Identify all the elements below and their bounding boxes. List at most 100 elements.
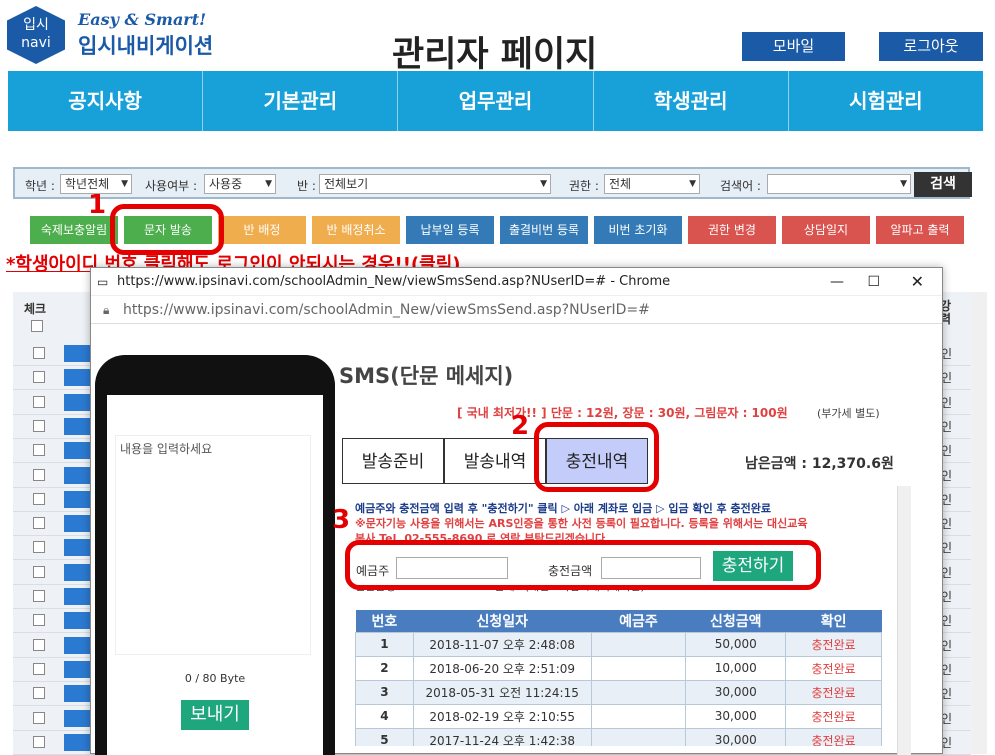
action-button[interactable]: 상담일지 (782, 216, 870, 244)
nav-exam[interactable]: 시험관리 (789, 71, 983, 131)
step-number-2: 2 (511, 411, 530, 441)
row-checkbox[interactable] (33, 444, 45, 457)
grid-header: 신청일자 (413, 610, 592, 632)
student-id-button[interactable] (64, 709, 92, 727)
grid-header: 번호 (355, 610, 414, 632)
charge-panel: 예금주와 충전금액 입력 후 "충전하기" 클릭 ▷ 아래 계좌로 입금 ▷ 입… (355, 486, 900, 746)
row-checkbox[interactable] (33, 347, 45, 359)
row-checkbox[interactable] (33, 395, 45, 408)
student-id-button[interactable] (64, 733, 92, 751)
grid-header: 예금주 (591, 610, 686, 632)
select-all-checkbox[interactable] (31, 320, 43, 332)
logo-line1: 입시 (23, 17, 49, 33)
grid-cell: 충전완료 (785, 679, 882, 705)
close-icon[interactable]: ✕ (911, 268, 924, 296)
row-checkbox[interactable] (33, 517, 45, 530)
logo-line2: navi (21, 35, 51, 51)
row-checkbox[interactable] (33, 638, 45, 651)
sms-title: SMS(단문 메세지) (339, 364, 514, 388)
minimize-icon[interactable]: — (830, 268, 844, 296)
charge-history-table: 번호 신청일자 예금주 신청금액 확인 1 2018-11-07 오후 2:48:… (355, 610, 882, 746)
logout-button[interactable]: 로그아웃 (879, 32, 983, 61)
row-checkbox[interactable] (33, 735, 45, 748)
student-id-button[interactable] (64, 660, 92, 678)
student-id-button[interactable] (64, 442, 92, 460)
action-button[interactable]: 출결비번 등록 (500, 216, 588, 244)
grid-cell: 5 (355, 727, 414, 746)
sms-message-textarea[interactable]: 내용을 입력하세요 (115, 435, 311, 655)
student-id-button[interactable] (64, 393, 92, 411)
row-checkbox[interactable] (33, 662, 45, 675)
maximize-icon[interactable]: ☐ (867, 268, 880, 296)
student-id-button[interactable] (64, 515, 92, 533)
grid-header: 신청금액 (685, 610, 786, 632)
keyword-label: 검색어 : (720, 179, 761, 193)
popup-url-bar[interactable]: 🔒︎ https://www.ipsinavi.com/schoolAdmin_… (91, 296, 942, 324)
student-id-button[interactable] (64, 636, 92, 654)
class-select[interactable]: 전체보기 (319, 174, 551, 194)
action-button[interactable]: 알파고 출력 (876, 216, 964, 244)
table-header-check: 체크 (24, 302, 47, 316)
grid-cell: 3 (355, 679, 414, 705)
grid-cell (590, 727, 687, 746)
row-checkbox[interactable] (33, 711, 45, 724)
search-button[interactable]: 검색 (914, 172, 972, 197)
grid-cell: 30,000 (685, 679, 787, 705)
action-button[interactable]: 반 배정 (218, 216, 306, 244)
logo-name[interactable]: 입시내비게이션 (78, 30, 213, 60)
nav-work[interactable]: 업무관리 (398, 71, 594, 131)
nav-notice[interactable]: 공지사항 (8, 71, 204, 131)
nav-basic[interactable]: 기본관리 (203, 71, 399, 131)
row-checkbox[interactable] (33, 565, 45, 578)
nav-student[interactable]: 학생관리 (594, 71, 789, 131)
student-id-button[interactable] (64, 417, 92, 435)
popup-window-title: https://www.ipsinavi.com/schoolAdmin_New… (117, 274, 671, 289)
tab-send-ready[interactable]: 발송준비 (342, 438, 444, 484)
student-id-button[interactable] (64, 685, 92, 703)
student-id-button[interactable] (64, 490, 92, 508)
action-button[interactable]: 비번 초기화 (594, 216, 682, 244)
row-checkbox[interactable] (33, 419, 45, 432)
student-id-button[interactable] (64, 539, 92, 557)
price-note: [ 국내 최저가!! ] 단문 : 12원, 장문 : 30원, 그림문자 : … (457, 406, 788, 420)
grid-cell: 2018-05-31 오전 11:24:15 (412, 679, 592, 705)
use-label: 사용여부 : (145, 179, 198, 193)
send-button[interactable]: 보내기 (181, 700, 249, 730)
highlight-ring-2 (534, 422, 659, 492)
row-checkbox[interactable] (33, 492, 45, 505)
student-id-button[interactable] (64, 563, 92, 581)
logo-icon[interactable]: 입시 navi (7, 6, 65, 64)
student-id-button[interactable] (64, 588, 92, 605)
row-checkbox[interactable] (33, 541, 45, 554)
popup-scrollbar[interactable] (897, 486, 911, 755)
sms-popup-window: ▭ https://www.ipsinavi.com/schoolAdmin_N… (90, 267, 943, 755)
main-nav: 공지사항 기본관리 업무관리 학생관리 시험관리 (8, 71, 983, 131)
step-number-1: 1 (88, 190, 107, 220)
perm-select[interactable]: 전체 (604, 174, 700, 194)
grid-cell: 2018-06-20 오후 2:51:09 (412, 655, 592, 681)
table-row: 3 2018-05-31 오전 11:24:15 30,000 충전완료 (355, 679, 882, 705)
row-checkbox[interactable] (33, 590, 45, 602)
use-select[interactable]: 사용중 (204, 174, 276, 194)
keyword-input[interactable] (767, 174, 911, 194)
student-id-button[interactable] (64, 369, 92, 387)
row-checkbox[interactable] (33, 468, 45, 481)
grid-cell: 충전완료 (785, 727, 882, 746)
table-row: 5 2017-11-24 오후 1:42:38 30,000 충전완료 (355, 727, 882, 746)
page-scrollbar[interactable] (973, 292, 987, 754)
action-button[interactable]: 권한 변경 (688, 216, 776, 244)
tab-send-history[interactable]: 발송내역 (444, 438, 546, 484)
popup-url: https://www.ipsinavi.com/schoolAdmin_New… (123, 302, 650, 318)
row-checkbox[interactable] (33, 371, 45, 384)
grid-cell: 2017-11-24 오후 1:42:38 (412, 727, 592, 746)
student-id-button[interactable] (64, 612, 92, 630)
student-id-button[interactable] (64, 466, 92, 484)
action-button[interactable]: 숙제보충알림 (30, 216, 118, 244)
action-button[interactable]: 납부일 등록 (406, 216, 494, 244)
action-button[interactable]: 반 배정취소 (312, 216, 400, 244)
student-id-button[interactable] (64, 345, 92, 362)
row-checkbox[interactable] (33, 614, 45, 627)
grid-cell: 30,000 (685, 727, 787, 746)
mobile-button[interactable]: 모바일 (742, 32, 845, 61)
row-checkbox[interactable] (33, 687, 45, 700)
